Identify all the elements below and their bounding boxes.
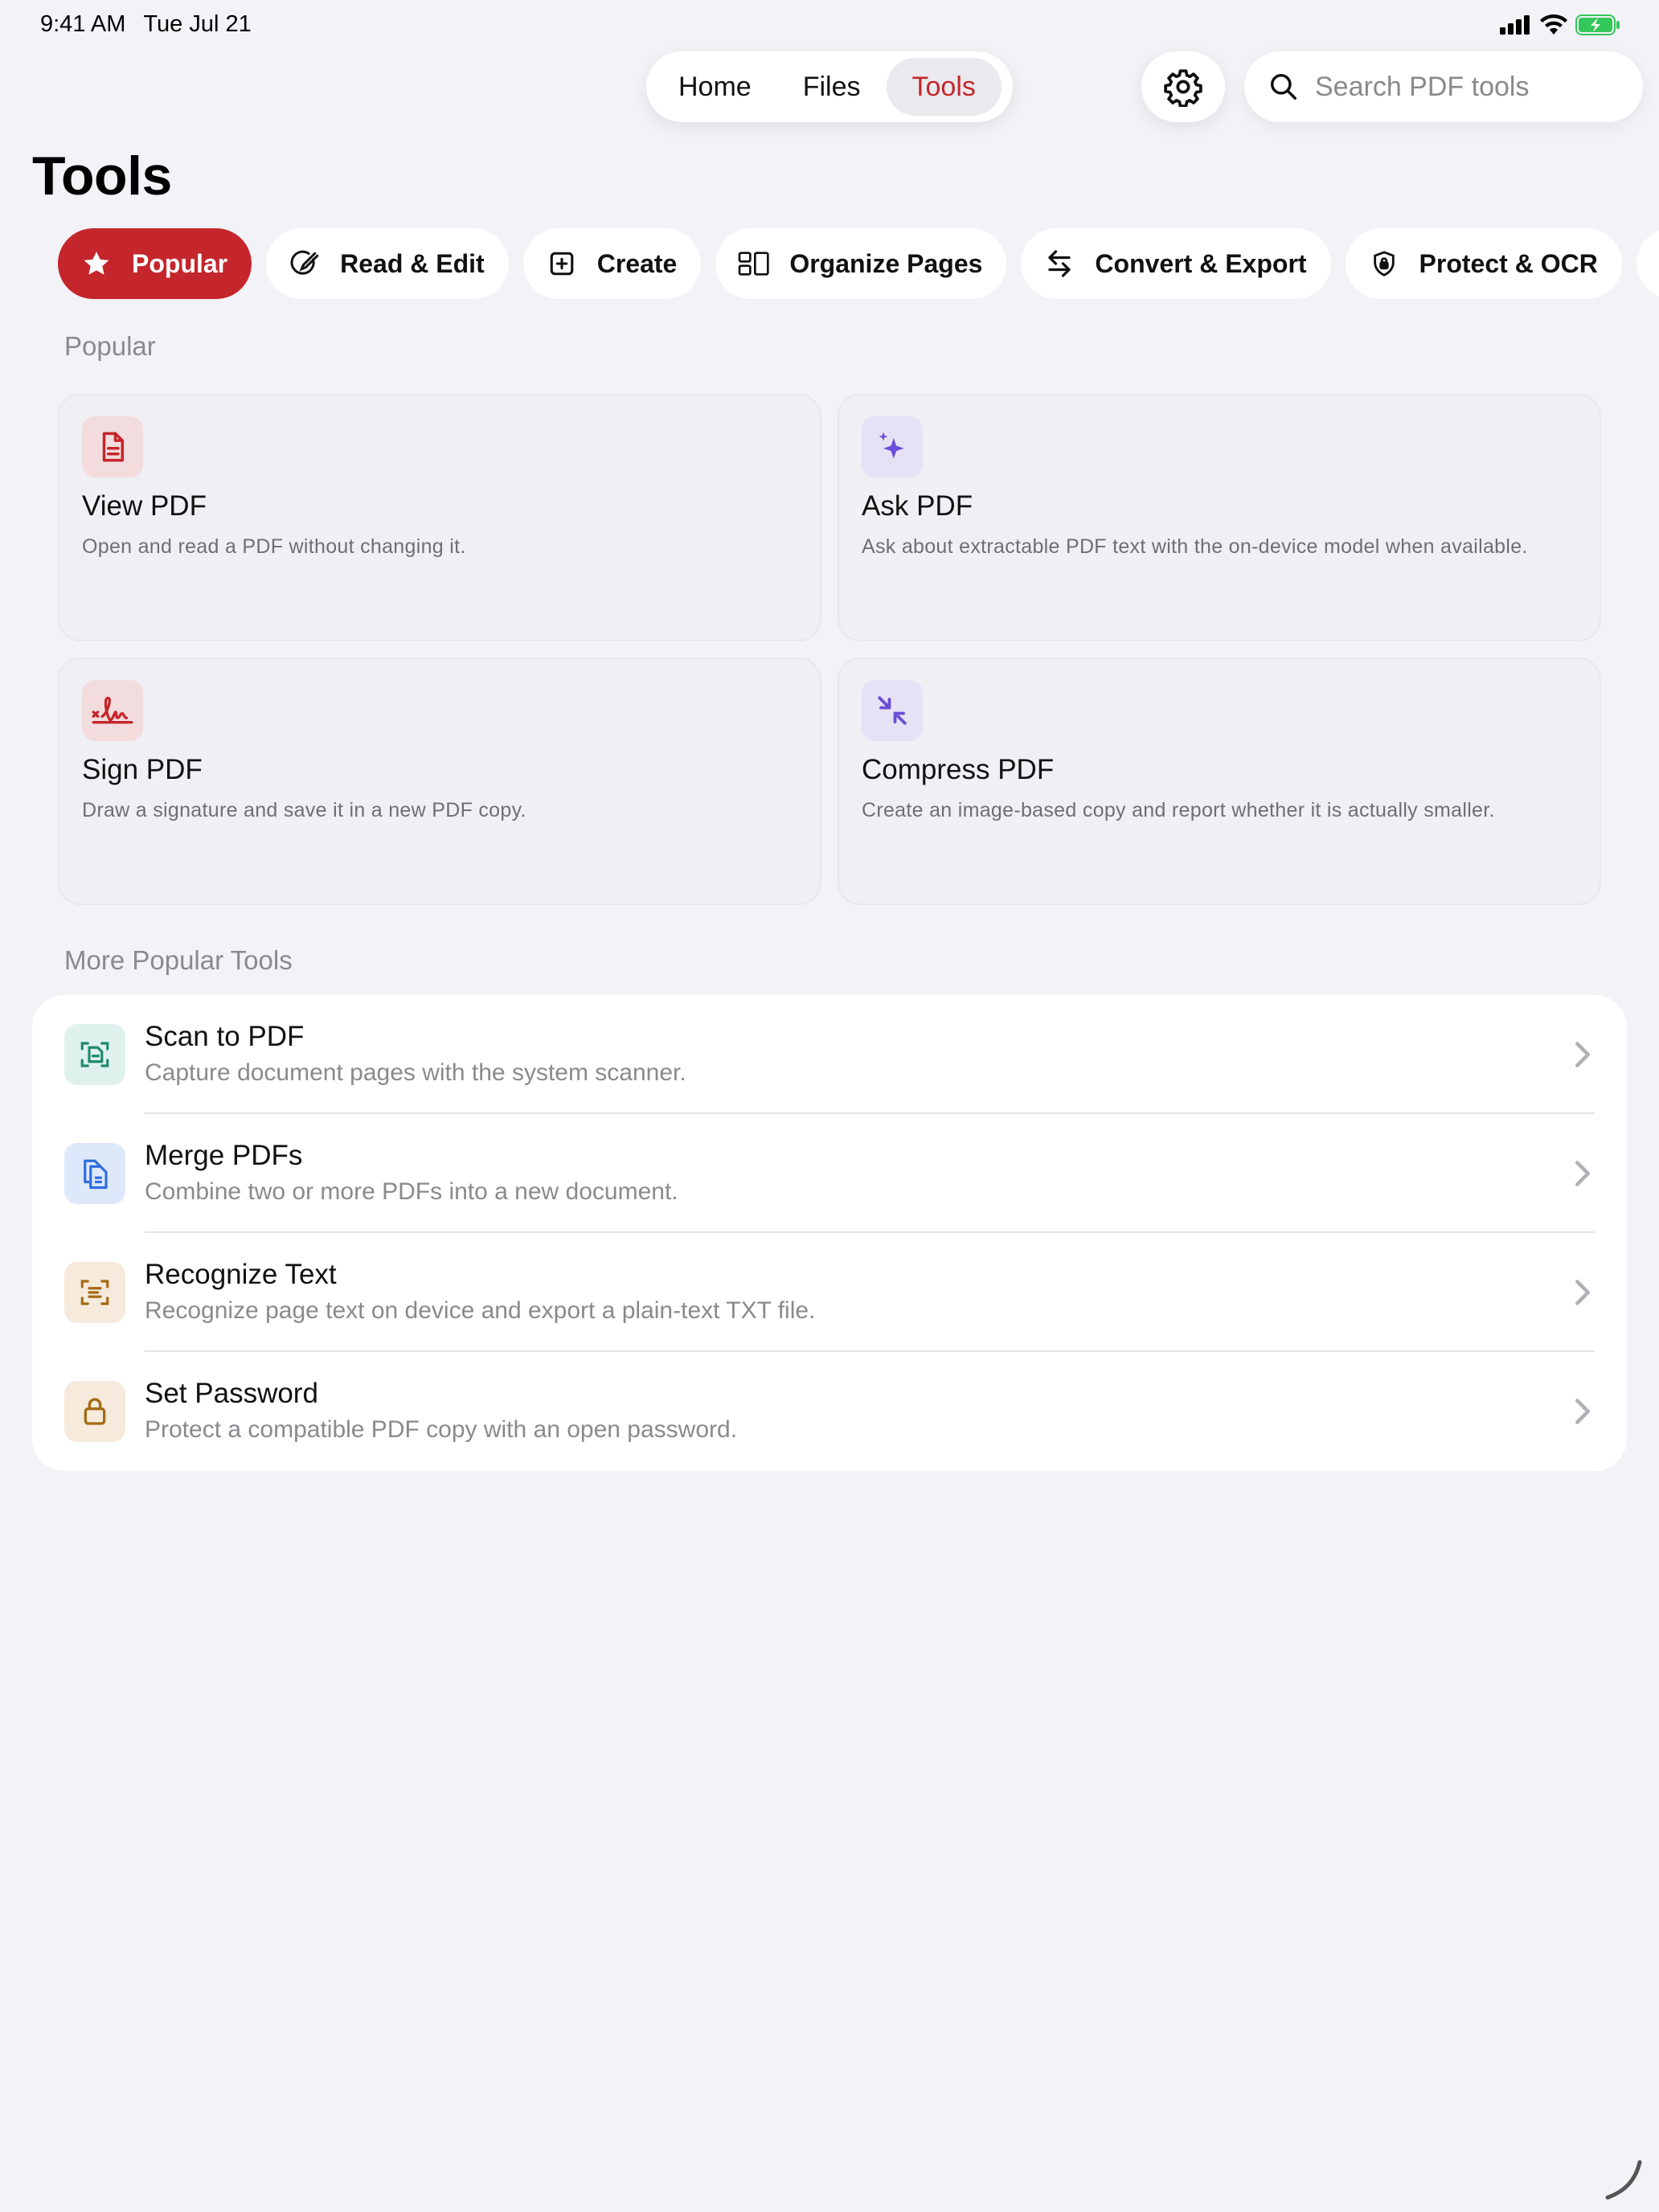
lock-icon [84, 1398, 106, 1425]
plus-square-icon [546, 248, 578, 280]
list-item-title: Recognize Text [145, 1259, 337, 1290]
list-item-merge-pdfs[interactable]: Merge PDFs Combine two or more PDFs into… [32, 1114, 1627, 1233]
list-icon-tile [64, 1381, 125, 1442]
tab-files[interactable]: Files [777, 58, 887, 116]
chip-convert-export[interactable]: Convert & Export [1021, 228, 1331, 299]
chevron-right-icon [1575, 1280, 1590, 1305]
chevron-right-icon [1575, 1161, 1590, 1186]
pencil-circle-icon [289, 248, 321, 280]
list-item-title: Set Password [145, 1378, 318, 1409]
page-title: Tools [32, 145, 172, 207]
card-description: Create an image-based copy and report wh… [862, 799, 1495, 821]
chip-organize-pages[interactable]: Organize Pages [715, 228, 1007, 299]
card-description: Ask about extractable PDF text with the … [862, 535, 1528, 558]
search-input[interactable] [1315, 71, 1620, 103]
list-item-title: Scan to PDF [145, 1021, 305, 1052]
pages-grid-icon [738, 248, 770, 280]
status-time: 9:41 AM [40, 11, 126, 37]
shield-lock-icon [1368, 248, 1400, 280]
chip-label: Create [596, 248, 678, 278]
tool-card-sign-pdf[interactable]: Sign PDF Draw a signature and save it in… [58, 657, 821, 905]
cellular-signal-icon [1500, 15, 1530, 35]
list-item-description: Recognize page text on device and export… [145, 1297, 816, 1324]
list-item-set-password[interactable]: Set Password Protect a compatible PDF co… [32, 1352, 1627, 1471]
list-icon-tile [64, 1143, 125, 1204]
chip-popular[interactable]: Popular [58, 228, 252, 299]
card-description: Draw a signature and save it in a new PD… [82, 799, 526, 821]
card-title: Sign PDF [82, 754, 203, 785]
status-icons [1500, 14, 1620, 35]
arrows-swap-icon [1043, 248, 1075, 280]
card-title: Compress PDF [862, 754, 1055, 785]
status-bar-time: 9:41 AM Tue Jul 21 [40, 11, 269, 38]
chevron-right-icon [1575, 1042, 1590, 1067]
list-item-description: Protect a compatible PDF copy with an op… [145, 1416, 738, 1443]
settings-button[interactable] [1141, 51, 1225, 122]
tool-card-compress-pdf[interactable]: Compress PDF Create an image-based copy … [838, 657, 1601, 905]
chip-read-edit[interactable]: Read & Edit [266, 228, 509, 299]
tool-card-ask-pdf[interactable]: Ask PDF Ask about extractable PDF text w… [838, 394, 1601, 641]
list-item-title: Merge PDFs [145, 1140, 303, 1171]
tab-tools[interactable]: Tools [886, 58, 1002, 116]
documents-stack-icon [84, 1159, 108, 1190]
status-date: Tue Jul 21 [143, 11, 252, 37]
card-icon-tile [82, 680, 143, 741]
chip-label: Organize Pages [789, 248, 983, 278]
text-viewfinder-icon [80, 1280, 109, 1305]
card-icon-tile [862, 680, 923, 741]
main-nav-segmented: Home Files Tools [646, 51, 1013, 122]
chip-label: Convert & Export [1095, 248, 1307, 278]
chevron-right-icon [1575, 1399, 1590, 1424]
section-popular-label: Popular [64, 331, 156, 361]
tab-home[interactable]: Home [653, 58, 777, 116]
chip-label: Popular [132, 248, 228, 278]
tool-card-view-pdf[interactable]: View PDF Open and read a PDF without cha… [58, 394, 821, 641]
chip-protect-ocr[interactable]: Protect & OCR [1345, 228, 1622, 299]
wifi-icon [1540, 14, 1567, 35]
search-bar[interactable] [1244, 51, 1643, 122]
chip-label: Protect & OCR [1419, 248, 1598, 278]
card-title: Ask PDF [862, 490, 973, 522]
chip-label: Read & Edit [340, 248, 485, 278]
list-item-scan-to-pdf[interactable]: Scan to PDF Capture document pages with … [32, 995, 1627, 1114]
battery-charging-icon [1575, 14, 1620, 35]
chip-create[interactable]: Create [522, 228, 702, 299]
category-chips: Popular Read & Edit Create Organize Page… [58, 228, 1659, 299]
list-item-description: Capture document pages with the system s… [145, 1059, 686, 1086]
search-icon [1271, 74, 1296, 100]
sparkles-icon [879, 432, 904, 459]
chip-more[interactable] [1636, 228, 1659, 299]
signature-icon [92, 696, 133, 724]
card-icon-tile [862, 416, 923, 477]
card-description: Open and read a PDF without changing it. [82, 535, 466, 558]
list-item-recognize-text[interactable]: Recognize Text Recognize page text on de… [32, 1233, 1627, 1352]
gear-icon [1164, 69, 1202, 107]
section-more-popular-label: More Popular Tools [64, 945, 293, 975]
document-icon [102, 432, 124, 462]
corner-indicator-icon [1605, 2160, 1642, 2200]
star-icon [80, 248, 113, 280]
list-icon-tile [64, 1024, 125, 1085]
compress-arrows-icon [878, 696, 907, 725]
list-icon-tile [64, 1262, 125, 1323]
doc-scanner-icon [80, 1042, 109, 1067]
card-icon-tile [82, 416, 143, 477]
card-title: View PDF [82, 490, 207, 522]
list-item-description: Combine two or more PDFs into a new docu… [145, 1178, 678, 1205]
more-tools-list: Scan to PDF Capture document pages with … [32, 995, 1627, 1471]
